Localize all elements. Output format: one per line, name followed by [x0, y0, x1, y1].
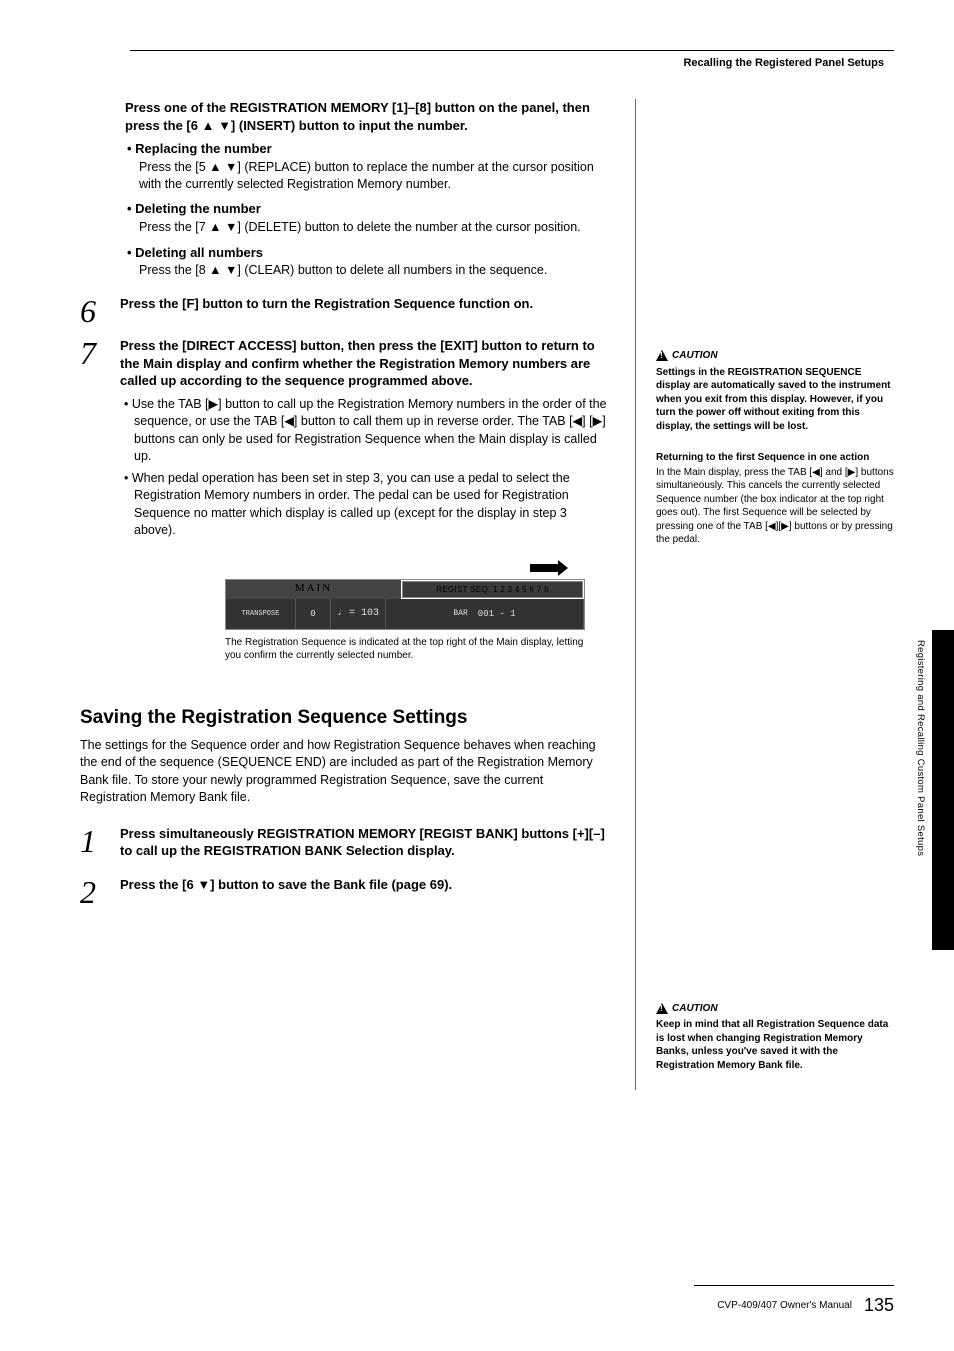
caution-icon	[656, 350, 668, 361]
lcd-tempo: ♩ = 103	[331, 599, 386, 629]
intro-title: Press one of the REGISTRATION MEMORY [1]…	[125, 99, 610, 134]
screenshot-caption: The Registration Sequence is indicated a…	[225, 636, 585, 662]
caution-2-text: Keep in mind that all Registration Seque…	[656, 1018, 894, 1072]
delete-body: Press the [7 ▲ ▼] (DELETE) button to del…	[139, 219, 610, 236]
section-para: The settings for the Sequence order and …	[80, 737, 610, 807]
caution-1-label: CAUTION	[672, 349, 718, 363]
save-step-2-text: Press the [6 ▼] button to save the Bank …	[120, 876, 610, 894]
step-7-sub2: When pedal operation has been set in ste…	[134, 470, 610, 540]
lcd-bar-val: 001 - 1	[478, 609, 516, 619]
lcd-bar-label: BAR	[453, 609, 467, 618]
section-title: Saving the Registration Sequence Setting…	[80, 707, 610, 729]
breadcrumb: Recalling the Registered Panel Setups	[80, 57, 894, 69]
save-step-2-number: 2	[80, 876, 120, 908]
header-rule	[130, 50, 894, 51]
caution-1-text: Settings in the REGISTRATION SEQUENCE di…	[656, 366, 894, 434]
sidebar-column: CAUTION Settings in the REGISTRATION SEQ…	[635, 99, 894, 1090]
step-7-number: 7	[80, 337, 120, 369]
footer-page: 135	[864, 1295, 894, 1316]
lcd-regist-label: REGIST SEQ. 1 2 3 4 5 6 7 8	[402, 581, 583, 598]
caution-icon	[656, 1003, 668, 1014]
caution-2-label: CAUTION	[672, 1002, 718, 1016]
step-7-title: Press the [DIRECT ACCESS] button, then p…	[120, 337, 610, 390]
lcd-transpose-label: TRANSPOSE	[242, 610, 280, 618]
replace-title: Replacing the number	[139, 140, 610, 158]
chapter-tab	[932, 630, 954, 950]
step-6-number: 6	[80, 295, 120, 327]
lcd-transpose-val: 0	[296, 599, 331, 629]
note-title: Returning to the first Sequence in one a…	[656, 451, 894, 465]
footer-rule	[694, 1285, 894, 1286]
footer-manual: CVP-409/407 Owner's Manual	[717, 1300, 852, 1311]
step-7-sub1: Use the TAB [▶] button to call up the Re…	[134, 396, 610, 466]
clear-body: Press the [8 ▲ ▼] (CLEAR) button to dele…	[139, 262, 610, 279]
delete-title: Deleting the number	[139, 200, 610, 218]
lcd-screenshot: MAIN REGIST SEQ. 1 2 3 4 5 6 7 8 TRANSPO…	[225, 559, 610, 662]
step-6-text: Press the [F] button to turn the Registr…	[120, 295, 610, 313]
save-step-1-number: 1	[80, 825, 120, 857]
lcd-main-label: MAIN	[226, 580, 401, 599]
main-column: Press one of the REGISTRATION MEMORY [1]…	[80, 99, 610, 1090]
arrow-icon	[530, 564, 560, 572]
clear-title: Deleting all numbers	[139, 244, 610, 262]
note-text: In the Main display, press the TAB [◀] a…	[656, 466, 894, 547]
chapter-label: Registering and Recalling Custom Panel S…	[915, 640, 926, 856]
replace-body: Press the [5 ▲ ▼] (REPLACE) button to re…	[139, 159, 610, 193]
save-step-1-text: Press simultaneously REGISTRATION MEMORY…	[120, 825, 610, 860]
